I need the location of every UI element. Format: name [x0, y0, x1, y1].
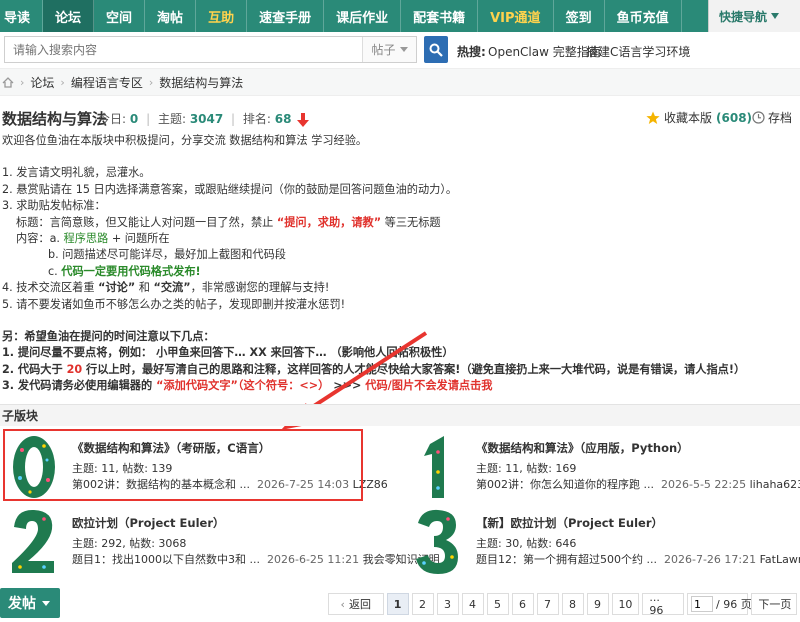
- page-total: / 96 页: [716, 598, 752, 611]
- last-post-user[interactable]: FatLawrence: [760, 553, 800, 566]
- back-label: 返回: [348, 598, 371, 611]
- subforum-heading: 子版块: [0, 404, 800, 426]
- page-button[interactable]: 8: [561, 593, 584, 615]
- new-post-label: 发帖: [8, 596, 36, 612]
- subforum-last-post[interactable]: 题目12：第一个拥有超过500个约 ... 2026-7-26 17:21 Fa…: [476, 551, 800, 567]
- number-one-icon: [412, 432, 464, 502]
- new-post-button[interactable]: 发帖: [0, 588, 60, 618]
- annotation-highlight-box: [3, 429, 363, 501]
- subforum-title[interactable]: 欧拉计划（Project Euler）: [72, 515, 225, 531]
- subforum-counts: 主题: 30, 帖数: 646: [476, 537, 577, 550]
- page-button[interactable]: 2: [411, 593, 434, 615]
- page-jump: / 96 页: [687, 593, 752, 615]
- page-button[interactable]: 9: [586, 593, 609, 615]
- pagination: ‹返回 1 2 3 4 5 6 7 8 9 10 ... 96 / 96 页 下…: [328, 591, 800, 617]
- page-jump-input[interactable]: [691, 596, 714, 612]
- last-post-time: 2026-6-25 11:21: [266, 553, 360, 566]
- page-button[interactable]: 3: [436, 593, 459, 615]
- subforum-last-post[interactable]: 第002讲：你怎么知道你的程序跑 ... 2026-5-5 22:25 liha…: [476, 476, 800, 492]
- subforum-last-post[interactable]: 题目1：找出1000以下自然数中3和 ... 2026-6-25 11:21 我…: [72, 551, 440, 567]
- next-page-button[interactable]: 下一页: [751, 593, 797, 615]
- subforum-counts: 主题: 11, 帖数: 169: [476, 462, 577, 475]
- number-three-icon: [412, 507, 464, 577]
- page-button[interactable]: 4: [461, 593, 484, 615]
- last-post-title[interactable]: 题目12：第一个拥有超过500个约 ...: [476, 553, 657, 566]
- page-button[interactable]: 1: [386, 593, 409, 615]
- subforum-item[interactable]: 欧拉计划（Project Euler） 主题: 292, 帖数: 3068 题目…: [8, 507, 440, 581]
- subforum-counts: 主题: 292, 帖数: 3068: [72, 537, 187, 550]
- subforum-title[interactable]: 《数据结构和算法》（应用版，Python）: [476, 440, 689, 456]
- subforum-title[interactable]: 【新】欧拉计划（Project Euler）: [476, 515, 663, 531]
- page-button[interactable]: 5: [486, 593, 509, 615]
- subforum-item[interactable]: 《数据结构和算法》（应用版，Python） 主题: 11, 帖数: 169 第0…: [412, 432, 800, 506]
- chevron-left-icon: ‹: [340, 597, 345, 611]
- page-button[interactable]: 10: [611, 593, 640, 615]
- number-two-icon: [8, 507, 60, 577]
- last-post-time: 2026-7-26 17:21: [663, 553, 757, 566]
- last-post-user[interactable]: lihaha623: [750, 478, 800, 491]
- page-button[interactable]: ... 96: [642, 591, 685, 617]
- last-post-time: 2026-5-5 22:25: [660, 478, 747, 491]
- page-button[interactable]: 6: [511, 593, 534, 615]
- back-button[interactable]: ‹ 返回: [328, 593, 384, 615]
- page-button[interactable]: 7: [536, 593, 559, 615]
- last-post-title[interactable]: 题目1：找出1000以下自然数中3和 ...: [72, 553, 260, 566]
- subforum-item[interactable]: 【新】欧拉计划（Project Euler） 主题: 30, 帖数: 646 题…: [412, 507, 800, 581]
- chevron-down-icon: [42, 600, 50, 606]
- last-post-title[interactable]: 第002讲：你怎么知道你的程序跑 ...: [476, 478, 654, 491]
